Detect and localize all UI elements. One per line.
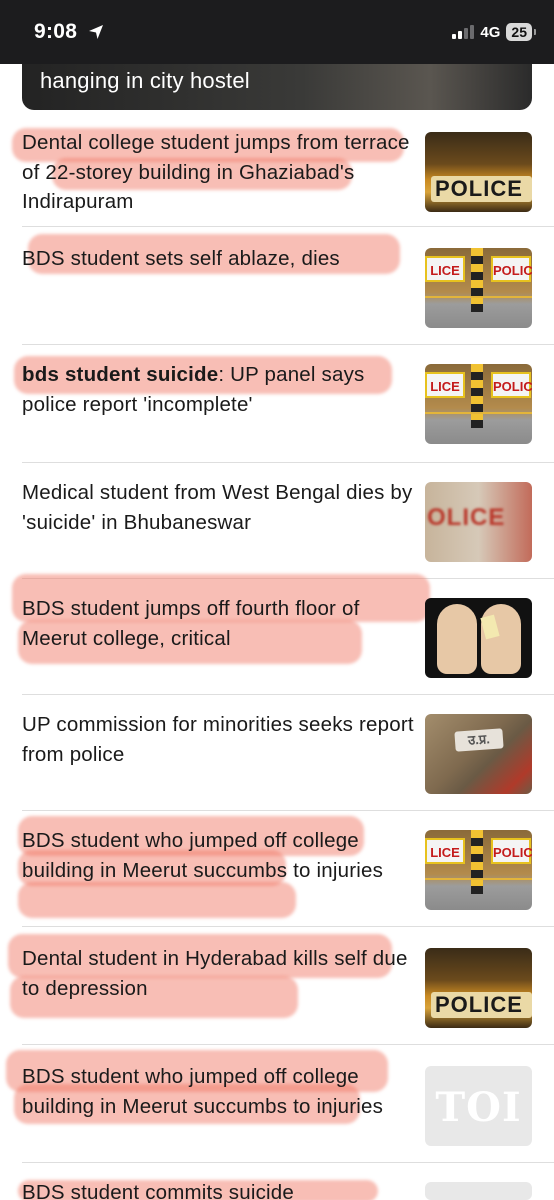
news-title-bold: bds student suicide [22,363,219,386]
news-title: Medical student from West Bengal dies by… [22,481,413,534]
news-thumbnail: LICE POLIC [425,248,532,328]
divider [22,226,554,227]
thumbnail-police-text: LICE [425,256,465,282]
thumbnail-police-text: OLICE [427,504,506,531]
news-title: BDS student who jumped off college build… [22,829,384,882]
divider [22,1162,554,1163]
location-arrow-icon [89,25,103,39]
highlight-mark [18,882,296,918]
divider [22,810,554,811]
news-thumbnail: LICE POLIC [425,830,532,910]
news-title: BDS student who jumped off college build… [22,1065,384,1118]
news-thumbnail: TOI [425,1066,532,1146]
thumbnail-police-text: POLIC [491,372,532,398]
thumbnail-rope [425,412,532,414]
news-item[interactable]: BDS student commits suicide [0,1176,554,1200]
news-item[interactable]: Dental college student jumps from terrac… [0,126,554,222]
news-thumbnail: POLICE [425,948,532,1028]
news-item[interactable]: BDS student who jumped off college build… [0,816,554,924]
news-thumbnail [425,1182,532,1200]
news-item[interactable]: BDS student sets self ablaze, dies LICE … [0,234,554,338]
news-item[interactable]: BDS student who jumped off college build… [0,1050,554,1156]
thumbnail-police-text: POLICE [431,992,532,1018]
divider [22,1044,554,1045]
news-title: Dental student in Hyderabad kills self d… [22,947,408,1000]
news-title: UP commission for minorities seeks repor… [22,713,414,766]
thumbnail-police-text: POLICE [431,176,532,202]
thumbnail-rope [425,296,532,298]
battery-icon: 25 [506,23,536,41]
divider [22,694,554,695]
network-type: 4G [480,23,501,41]
toi-logo: TOI [435,1084,522,1131]
divider [22,926,554,927]
news-thumbnail: उ.प्र. [425,714,532,794]
news-thumbnail: POLICE [425,132,532,212]
thumbnail-badge: उ.प्र. [454,728,504,752]
news-title: bds student suicide: UP panel says polic… [22,360,414,419]
news-item[interactable]: BDS student jumps off fourth floor of Me… [0,574,554,688]
thumbnail-pole [471,248,483,312]
news-title: BDS student commits suicide [22,1181,294,1200]
thumbnail-pole [471,830,483,894]
status-time: 9:08 [34,20,78,43]
news-thumbnail [425,598,532,678]
thumbnail-police-text: POLIC [491,838,532,864]
news-item[interactable]: Medical student from West Bengal dies by… [0,476,554,572]
thumbnail-foot [437,604,477,674]
status-indicators: 4G 25 [452,23,536,41]
news-item[interactable]: UP commission for minorities seeks repor… [0,708,554,804]
news-item[interactable]: bds student suicide: UP panel says polic… [0,356,554,458]
news-title: BDS student sets self ablaze, dies [22,247,340,270]
news-thumbnail: OLICE [425,482,532,562]
news-item[interactable]: Dental student in Hyderabad kills self d… [0,934,554,1038]
divider [22,462,554,463]
divider [22,344,554,345]
news-title: Dental college student jumps from terrac… [22,131,410,213]
thumbnail-police-text: LICE [425,838,465,864]
thumbnail-rope [425,878,532,880]
featured-story-card[interactable]: hanging in city hostel [22,64,532,110]
news-title: BDS student jumps off fourth floor of Me… [22,597,360,650]
featured-story-title: hanging in city hostel [40,68,250,93]
thumbnail-pole [471,364,483,428]
thumbnail-police-text: POLIC [491,256,532,282]
thumbnail-police-text: LICE [425,372,465,398]
cellular-signal-icon [452,25,475,39]
news-thumbnail: LICE POLIC [425,364,532,444]
status-bar: 9:08 4G 25 [0,0,554,64]
